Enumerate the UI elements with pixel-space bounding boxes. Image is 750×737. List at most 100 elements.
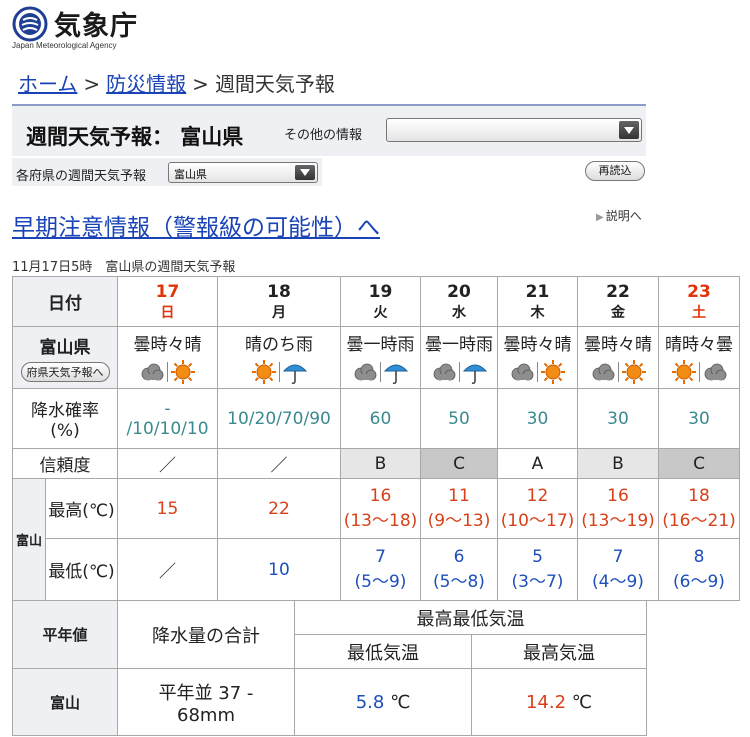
temp-unit: ℃	[571, 691, 593, 713]
issued-time: 11月17日5時 富山県の週間天気予報	[12, 260, 236, 275]
min-temp: 10	[268, 559, 290, 580]
normals-min-header: 最低気温	[294, 634, 472, 669]
max-temp-range: (10〜17)	[500, 511, 575, 531]
other-info-label: その他の情報	[284, 128, 363, 143]
reload-button[interactable]: 再読込	[585, 161, 645, 181]
max-temp-range: (16〜21)	[662, 511, 736, 531]
normals-label: 平年値	[12, 600, 118, 669]
breadcrumb-separator: >	[192, 72, 209, 96]
date-number: 22	[606, 281, 630, 302]
normals-max-cell: 14.2 ℃	[471, 668, 647, 736]
max-temp-cell: 11 (9〜13)	[420, 478, 498, 539]
breadcrumb-disaster-link[interactable]: 防災情報	[106, 72, 186, 96]
normals-precip-value: 平年並 37 -	[158, 682, 254, 704]
cloud-icon	[592, 363, 614, 381]
weather-text: 曇時々晴	[584, 335, 652, 355]
divider	[278, 362, 280, 382]
precipitation-value: 30	[607, 408, 629, 429]
reliability-cell: B	[340, 448, 421, 479]
temp-unit: ℃	[390, 691, 411, 713]
max-temp-range: (9〜13)	[427, 511, 491, 531]
min-temp-row: 最低(℃) ／ 10 7 (5〜9) 6 (5〜8) 5 (3〜7) 7 (4〜9) 8…	[13, 538, 740, 601]
weather-row: 富山県 府県天気予報へ 曇時々晴 晴のち雨 曇一時雨 曇一時雨 曇時々晴 曇時々…	[12, 326, 740, 389]
weather-text: 曇一時雨	[425, 335, 493, 355]
max-temp-cell: 16 (13〜18)	[340, 478, 421, 539]
jma-logo[interactable]: 気象庁 Japan Meteorological Agency	[12, 4, 192, 50]
max-temp: 22	[268, 498, 290, 519]
weather-icons	[118, 359, 217, 385]
precipitation-value: /10/10/10	[126, 418, 209, 439]
min-temp: 8	[693, 547, 705, 567]
weather-icons	[578, 359, 658, 385]
weekday: 火	[373, 304, 388, 321]
jma-emblem-icon	[12, 6, 48, 42]
weather-cell: 晴時々曇	[658, 326, 740, 389]
weather-text: 曇時々晴	[503, 335, 572, 355]
sun-icon	[541, 360, 565, 384]
divider	[698, 362, 700, 382]
precipitation-row: 降水確率 (%) -/10/10/10 10/20/70/90 60 50 30 …	[12, 388, 740, 449]
divider	[167, 362, 168, 382]
min-temp-cell: 5 (3〜7)	[497, 538, 578, 601]
date-row: 日付 17 日 18 月 19 火 20 水 21 木 22 金 23 土	[12, 276, 740, 327]
early-warning-link[interactable]: 早期注意情報（警報級の可能性）へ	[12, 208, 380, 242]
divider	[617, 362, 619, 382]
precipitation-value: 50	[448, 408, 470, 429]
date-number: 23	[687, 281, 711, 302]
normals-table: 平年値 降水量の合計 最高最低気温 最低気温 最高気温 富山 平年並 37 -6…	[12, 600, 647, 736]
max-temp: 12	[526, 486, 549, 506]
weekday: 金	[611, 304, 625, 321]
min-temp-range: (4〜9)	[592, 572, 644, 592]
max-temp: 11	[448, 486, 470, 506]
umbrella-icon	[383, 364, 409, 385]
min-temp: 7	[375, 547, 386, 567]
max-temp-row: 富山 最高(℃) 15 22 16 (13〜18) 11 (9〜13) 12 (10〜…	[12, 478, 740, 601]
normals-precip-header: 降水量の合計	[117, 600, 295, 669]
weather-cell: 曇一時雨	[420, 326, 498, 389]
prefecture-select[interactable]: 富山県	[168, 162, 318, 183]
min-temp-header: 最低(℃)	[45, 538, 118, 601]
max-temp-cell: 15	[117, 478, 218, 539]
weather-cell: 曇時々晴	[577, 326, 659, 389]
umbrella-icon	[282, 364, 307, 385]
weather-icons	[498, 359, 577, 385]
date-number: 19	[368, 281, 393, 302]
weather-icons	[218, 359, 340, 385]
reliability-cell: A	[497, 448, 578, 479]
other-info-select[interactable]	[386, 118, 642, 142]
weather-text: 曇時々晴	[133, 335, 202, 355]
prefecture-forecast-button[interactable]: 府県天気予報へ	[20, 362, 110, 382]
weather-text: 曇一時雨	[346, 335, 415, 355]
triangle-right-icon: ▶	[596, 212, 604, 223]
max-temp-cell: 22	[217, 478, 341, 539]
reliability-cell: C	[420, 448, 498, 479]
weekday: 木	[530, 304, 545, 321]
max-temp-cell: 18 (16〜21)	[658, 478, 740, 539]
normals-min-cell: 5.8 ℃	[294, 668, 472, 736]
weekday: 日	[160, 304, 175, 321]
breadcrumb: ホーム > 防災情報 > 週間天気予報	[18, 68, 335, 97]
max-temp-header: 最高(℃)	[45, 478, 118, 539]
date-cell: 21 木	[497, 276, 578, 327]
precipitation-cell: 30	[497, 388, 578, 449]
cloud-icon	[354, 363, 377, 381]
weather-cell: 曇時々晴	[117, 326, 218, 389]
sun-icon	[621, 360, 646, 384]
normals-min-value: 5.8	[355, 691, 385, 713]
max-temp-range: (13〜19)	[581, 511, 655, 531]
normals-precip-value: 68mm	[177, 704, 235, 726]
explain-link[interactable]: ▶ 説明へ	[596, 207, 642, 224]
agency-name: 気象庁	[54, 11, 138, 42]
breadcrumb-current: 週間天気予報	[214, 72, 335, 96]
min-temp-cell: 10	[217, 538, 341, 601]
explain-link-label: 説明へ	[605, 209, 642, 223]
max-temp: 16	[369, 486, 392, 506]
date-number: 17	[155, 281, 180, 302]
breadcrumb-home-link[interactable]: ホーム	[18, 72, 77, 96]
weekday: 月	[272, 304, 286, 321]
max-temp-range: (13〜18)	[343, 511, 418, 531]
divider	[458, 362, 460, 382]
precipitation-header: 降水確率 (%)	[12, 388, 118, 449]
breadcrumb-separator: >	[83, 72, 101, 96]
precipitation-cell: 10/20/70/90	[217, 388, 341, 449]
